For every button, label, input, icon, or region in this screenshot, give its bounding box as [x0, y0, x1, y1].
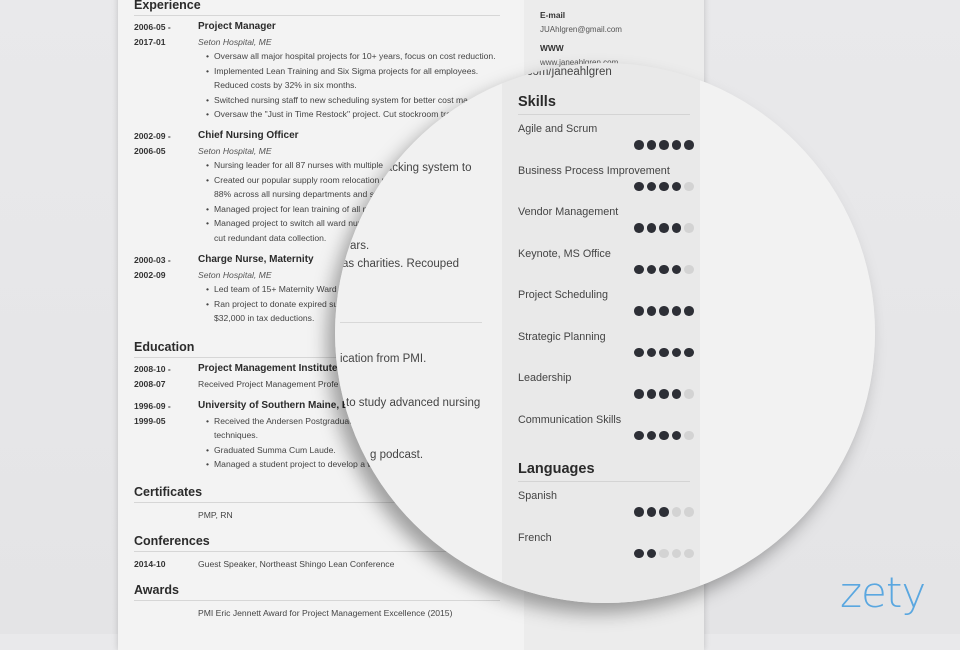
magnified-text-fragment: ars.	[350, 240, 370, 252]
languages-title: Languages	[518, 461, 690, 482]
rating-dot-filled	[646, 140, 656, 150]
rating-dot-empty	[684, 264, 694, 274]
entry-org: Seton Hospital, ME	[198, 36, 272, 47]
rating-dot-filled	[646, 548, 656, 558]
rating-dot-filled	[671, 347, 681, 357]
zety-logo: zety	[840, 568, 926, 617]
rating-dot-filled	[671, 181, 681, 191]
skill-rating	[634, 264, 694, 274]
rating-dot-filled	[646, 507, 656, 517]
rating-dot-filled	[634, 507, 644, 517]
entry-date: 2002-09 -2006-05	[134, 131, 171, 156]
rating-dot-filled	[634, 548, 644, 558]
magnified-text-fragment: as charities. Recouped	[342, 258, 459, 270]
rating-dot-filled	[634, 223, 644, 233]
rating-dot-filled	[671, 306, 681, 316]
magnified-text-fragment: g podcast.	[370, 449, 424, 461]
skill-name: Keynote, MS Office	[518, 247, 611, 260]
magnified-divider	[340, 322, 482, 323]
rating-dot-filled	[659, 223, 669, 233]
skill-name: Communication Skills	[518, 413, 622, 426]
rating-dot-filled	[634, 389, 644, 399]
skill-name: Strategic Planning	[518, 330, 606, 343]
rating-dot-empty	[684, 223, 694, 233]
magnified-text-fragment: ication from PMI.	[340, 353, 427, 365]
rating-dot-filled	[634, 306, 644, 316]
rating-dot-empty	[671, 548, 681, 558]
rating-dot-filled	[634, 347, 644, 357]
rating-dot-empty	[684, 507, 694, 517]
language-rating	[634, 507, 694, 517]
rating-dot-filled	[646, 347, 656, 357]
skill-rating	[634, 430, 694, 440]
rating-dot-empty	[684, 181, 694, 191]
rating-dot-filled	[671, 140, 681, 150]
skill-name: Agile and Scrum	[518, 123, 598, 135]
rating-dot-filled	[646, 389, 656, 399]
rating-dot-filled	[659, 181, 669, 191]
entry-date: 2008-10 -2008-07	[134, 364, 171, 389]
skill-rating	[634, 181, 694, 191]
rating-dot-filled	[659, 347, 669, 357]
skill-name: Project Scheduling	[518, 289, 609, 301]
email-value[interactable]: JUAhlgren@gmail.com	[540, 25, 622, 34]
rating-dot-filled	[659, 430, 669, 440]
rating-dot-filled	[659, 389, 669, 399]
skill-name: Business Process Improvement	[518, 164, 670, 177]
rating-dot-filled	[671, 430, 681, 440]
rating-dot-filled	[646, 430, 656, 440]
rating-dot-filled	[671, 223, 681, 233]
award-text: PMI Eric Jennett Award for Project Manag…	[198, 608, 453, 618]
skill-name: Leadership	[518, 372, 572, 384]
rating-dot-filled	[634, 264, 644, 274]
magnified-twitter-link[interactable]: itter.com/janeahlgren	[505, 66, 612, 78]
entry-bullet: Oversaw all major hospital projects for …	[206, 49, 498, 64]
rating-dot-empty	[671, 507, 681, 517]
magnified-page-margin	[700, 63, 875, 603]
rating-dot-filled	[671, 264, 681, 274]
rating-dot-filled	[634, 140, 644, 150]
rating-dot-filled	[646, 264, 656, 274]
rating-dot-filled	[659, 140, 669, 150]
language-name: French	[518, 531, 552, 544]
magnifier-lens: itter.com/janeahlgren racking system to …	[335, 63, 875, 603]
rating-dot-filled	[646, 223, 656, 233]
rating-dot-empty	[684, 548, 694, 558]
entry-date: 2014-10	[134, 559, 166, 569]
rating-dot-filled	[646, 306, 656, 316]
magnified-text-fragment: racking system to	[382, 162, 472, 174]
rating-dot-filled	[634, 181, 644, 191]
skill-rating	[634, 223, 694, 233]
language-name: Spanish	[518, 490, 558, 502]
magnified-text-fragment: to study advanced nursing	[346, 397, 481, 409]
skills-title: Skills	[518, 94, 690, 115]
entry-date: 1996-09 -1999-05	[134, 401, 171, 426]
rating-dot-filled	[659, 507, 669, 517]
rating-dot-filled	[671, 389, 681, 399]
www-label: WWW	[540, 43, 564, 53]
magnified-main-column	[335, 63, 502, 603]
rating-dot-filled	[684, 140, 694, 150]
skill-name: Vendor Management	[518, 206, 619, 218]
entry-date: 2006-05 -2017-01	[134, 22, 171, 47]
language-rating	[634, 548, 694, 558]
rating-dot-filled	[684, 347, 694, 357]
entry-role: Project Manager	[198, 21, 276, 32]
rating-dot-empty	[684, 389, 694, 399]
rating-dot-filled	[646, 181, 656, 191]
rating-dot-filled	[684, 306, 694, 316]
email-label: E-mail	[540, 10, 566, 20]
rating-dot-filled	[659, 264, 669, 274]
entry-date: 2000-03 -2002-09	[134, 255, 171, 280]
skill-rating	[634, 140, 694, 150]
rating-dot-empty	[684, 430, 694, 440]
skill-rating	[634, 306, 694, 316]
skill-rating	[634, 347, 694, 357]
rating-dot-empty	[659, 548, 669, 558]
rating-dot-filled	[659, 306, 669, 316]
section-title-experience: Experience	[134, 0, 500, 16]
skill-rating	[634, 389, 694, 399]
rating-dot-filled	[634, 430, 644, 440]
